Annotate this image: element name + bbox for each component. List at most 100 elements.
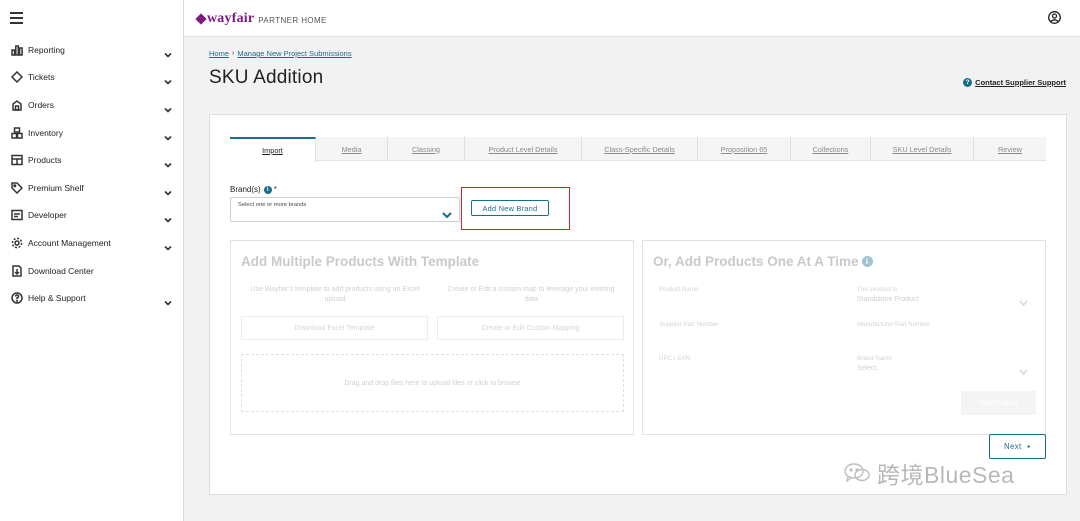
sidebar-item-label: Tickets	[28, 72, 55, 83]
chevron-down-icon	[1019, 362, 1028, 376]
chevron-down-icon	[164, 184, 172, 196]
manufacturer-part-number-field[interactable]: Manufacturer Part Number	[857, 321, 930, 328]
sidebar-item-label: Orders	[28, 99, 54, 110]
sidebar-item-label: Products	[28, 155, 62, 166]
tab-collections[interactable]: Collections	[791, 137, 871, 161]
breadcrumb: Home › Manage New Project Submissions	[209, 49, 352, 58]
sidebar-item-account-management[interactable]: Account Management	[0, 229, 184, 257]
sidebar-item-label: Account Management	[28, 237, 111, 248]
user-account-icon[interactable]	[1048, 11, 1061, 24]
tag-icon	[10, 181, 23, 194]
wayfair-logo[interactable]: wayfair PARTNER HOME	[195, 11, 327, 27]
chevron-down-icon	[164, 239, 172, 251]
upc-ean-field[interactable]: UPC / EAN	[659, 355, 690, 362]
breadcrumb-separator: ›	[232, 50, 235, 57]
watermark: 跨境BlueSea	[843, 456, 1014, 490]
chevron-down-icon	[164, 46, 172, 58]
product-type-value: Standalone Product	[857, 296, 919, 303]
top-bar: wayfair PARTNER HOME	[184, 0, 1080, 37]
arrow-right-icon: ▸	[1027, 444, 1032, 450]
breadcrumb-current-link[interactable]: Manage New Project Submissions	[237, 49, 351, 58]
chevron-down-icon	[164, 129, 172, 141]
mapping-description: Create or Edit a custom map to leverage …	[447, 286, 615, 303]
chevron-down-icon	[1019, 293, 1028, 307]
sidebar: Reporting Tickets Orders Inventory Produ…	[0, 0, 184, 521]
sidebar-item-label: Inventory	[28, 127, 63, 138]
info-icon[interactable]: i	[263, 185, 272, 194]
sidebar-item-help-support[interactable]: Help & Support	[0, 284, 184, 312]
add-product-button[interactable]: Add Product	[961, 391, 1036, 415]
tab-class-specific-details[interactable]: Class-Specific Details	[582, 137, 698, 161]
sidebar-item-orders[interactable]: Orders	[0, 91, 184, 119]
sidebar-item-label: Help & Support	[28, 293, 86, 304]
tab-review[interactable]: Review	[974, 137, 1046, 161]
contact-supplier-support-link[interactable]: ? Contact Supplier Support	[963, 78, 1066, 87]
product-name-label: Product Name	[659, 286, 699, 293]
add-new-brand-button[interactable]: Add New Brand	[471, 200, 549, 216]
sidebar-nav: Reporting Tickets Orders Inventory Produ…	[0, 36, 184, 312]
tab-product-level-details[interactable]: Product Level Details	[465, 137, 582, 161]
breadcrumb-home-link[interactable]: Home	[209, 49, 229, 58]
logo-word: wayfair	[207, 11, 255, 26]
template-panel-title: Add Multiple Products With Template	[241, 254, 480, 269]
brand-field-label: Brand(s) i *	[230, 185, 277, 194]
hamburger-menu-icon[interactable]	[10, 12, 23, 24]
page-title: SKU Addition	[209, 67, 324, 88]
product-type-select[interactable]: This product is Standalone Product	[857, 286, 919, 303]
sidebar-item-premium-shelf[interactable]: Premium Shelf	[0, 174, 184, 202]
tab-proposition-65[interactable]: Proposition 65	[698, 137, 791, 161]
tab-classing[interactable]: Classing	[388, 137, 465, 161]
tab-media[interactable]: Media	[316, 137, 388, 161]
info-icon[interactable]: i	[861, 256, 873, 267]
supplier-part-number-field[interactable]: Supplier Part Number	[659, 321, 719, 328]
single-product-panel: Or, Add Products One At A Time i Product…	[642, 240, 1046, 435]
chevron-down-icon	[164, 156, 172, 168]
products-icon	[10, 154, 23, 167]
template-description: Use Wayfair's template to add products u…	[250, 286, 420, 303]
brand-name-value: Select	[857, 365, 877, 372]
product-type-label: This product is	[857, 286, 898, 293]
inventory-icon	[10, 126, 23, 139]
sku-addition-card: Import Media Classing Product Level Deta…	[209, 114, 1067, 495]
manufacturer-part-number-label: Manufacturer Part Number	[857, 321, 931, 328]
template-upload-panel: Add Multiple Products With Template Use …	[230, 240, 634, 435]
sidebar-item-label: Reporting	[28, 44, 65, 55]
sidebar-item-reporting[interactable]: Reporting	[0, 36, 184, 64]
question-icon: ?	[963, 78, 973, 87]
chevron-down-icon	[164, 101, 172, 113]
logo-mark-icon	[195, 13, 207, 25]
sidebar-item-label: Developer	[28, 210, 67, 221]
sidebar-item-download-center[interactable]: Download Center	[0, 257, 184, 285]
step-tabs: Import Media Classing Product Level Deta…	[230, 137, 1046, 162]
sidebar-item-inventory[interactable]: Inventory	[0, 119, 184, 147]
tab-sku-level-details[interactable]: SKU Level Details	[871, 137, 974, 161]
single-product-panel-title: Or, Add Products One At A Time i	[653, 254, 873, 269]
wechat-icon	[843, 462, 871, 484]
bar-chart-icon	[10, 43, 23, 56]
custom-mapping-button[interactable]: Create or Edit Custom Mapping	[437, 316, 624, 340]
sidebar-item-developer[interactable]: Developer	[0, 202, 184, 230]
upc-ean-label: UPC / EAN	[659, 355, 690, 362]
sidebar-item-products[interactable]: Products	[0, 146, 184, 174]
help-icon	[10, 292, 23, 305]
sidebar-item-tickets[interactable]: Tickets	[0, 64, 184, 92]
chevron-down-icon	[164, 73, 172, 86]
brand-select-placeholder: Select one or more brands	[238, 202, 307, 208]
developer-icon	[10, 209, 23, 222]
file-dropzone[interactable]: Drag and drop files here to upload files…	[241, 354, 624, 412]
download-excel-template-button[interactable]: Download Excel Template	[241, 316, 428, 340]
brand-name-label: Brand Name	[857, 355, 892, 362]
gear-icon	[10, 236, 23, 249]
brand-label-text: Brand(s)	[230, 185, 261, 194]
next-label: Next	[1003, 442, 1022, 451]
required-mark: *	[273, 185, 277, 194]
single-product-title-text: Or, Add Products One At A Time	[653, 254, 859, 269]
chevron-down-icon	[164, 294, 172, 306]
watermark-text: 跨境BlueSea	[877, 462, 1015, 488]
supplier-part-number-label: Supplier Part Number	[659, 321, 719, 328]
product-name-field[interactable]: Product Name	[659, 286, 699, 293]
tab-import[interactable]: Import	[230, 137, 316, 162]
brand-name-select[interactable]: Brand Name Select	[857, 355, 892, 372]
brand-multiselect[interactable]: Select one or more brands	[230, 197, 460, 222]
orders-icon	[10, 98, 23, 111]
